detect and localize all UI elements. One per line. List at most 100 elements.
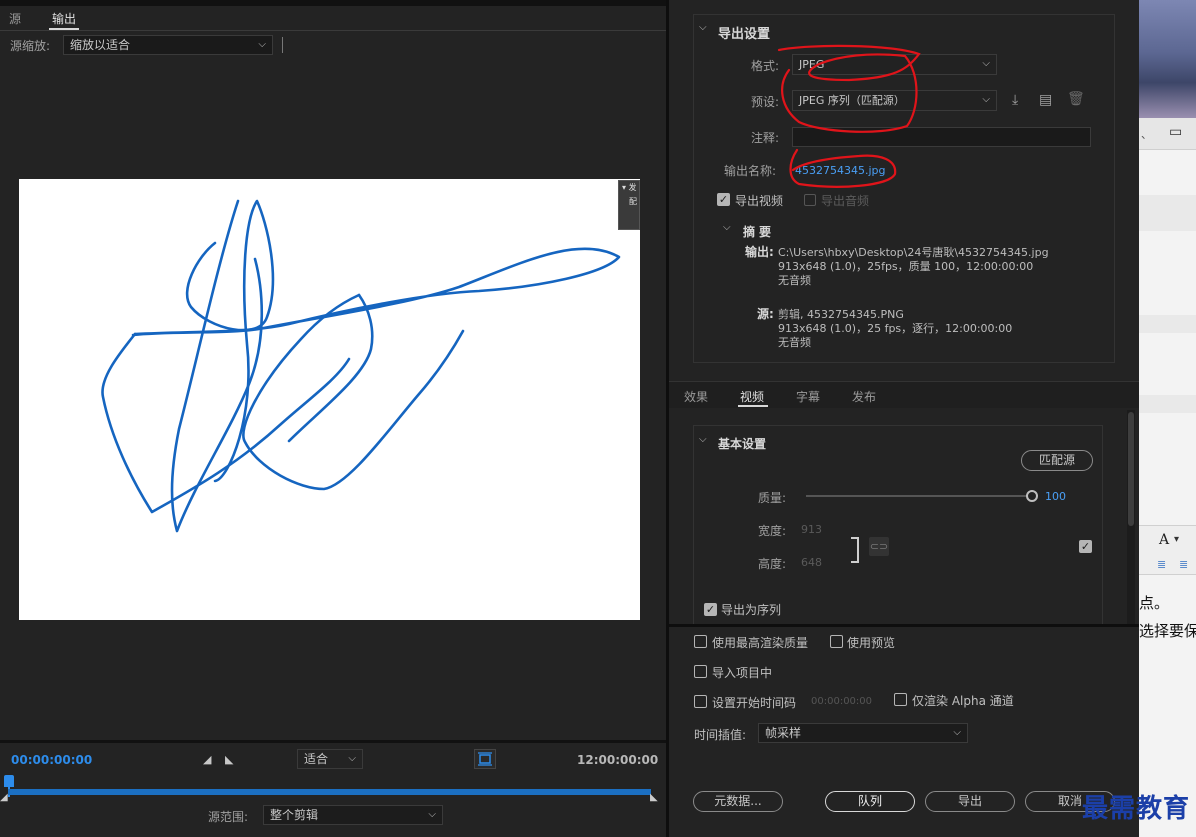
output-preview-panel: 源 输出 源缩放: 缩放以适合 ⌵ ▾ 发 配 00:00:00:00 ◢ ◣ [0, 0, 666, 837]
summary-source-label: 源: [757, 307, 774, 321]
timeline-bar: 00:00:00:00 ◢ ◣ 适合 ⌵ 12:00:00:00 ◢ ◣ 源范围… [0, 740, 666, 837]
link-bracket [851, 537, 859, 563]
start-timecode-value[interactable]: 00:00:00:00 [811, 696, 872, 707]
preview-canvas [19, 179, 640, 620]
toolbar-separator [282, 37, 283, 53]
time-interpolation-value: 帧采样 [765, 726, 802, 740]
tab-divider [0, 30, 666, 31]
watermark-logo: 最需教育 [1081, 794, 1190, 824]
width-value[interactable]: 913 [801, 523, 822, 536]
tab-publish[interactable]: 发布 [852, 388, 876, 405]
scrollbar-thumb[interactable] [1128, 412, 1134, 526]
tab-effects[interactable]: 效果 [684, 388, 708, 405]
window-icon[interactable]: ▭ [1169, 124, 1182, 140]
annotation-circle-output-name [789, 148, 897, 188]
export-button[interactable]: 导出 [925, 791, 1015, 812]
summary-output-label: 输出: [745, 245, 774, 259]
range-start-handle-icon[interactable]: ◢ [0, 792, 8, 803]
source-range-value: 整个剪辑 [270, 808, 319, 822]
dropdown-arrow-icon[interactable]: ▾ [1174, 534, 1179, 545]
annotation-circle-format [777, 44, 921, 133]
use-previews-label: 使用预览 [847, 636, 896, 650]
red-annotation-marks [777, 44, 921, 188]
quality-slider-handle[interactable] [1026, 490, 1038, 502]
stroke-right-loop [242, 293, 465, 491]
max-render-quality-checkbox[interactable] [694, 635, 707, 648]
source-zoom-value: 缩放以适合 [70, 38, 131, 52]
source-zoom-label: 源缩放: [10, 39, 51, 53]
render-alpha-checkbox[interactable] [894, 693, 907, 706]
render-alpha-label: 仅渲染 Alpha 通道 [912, 694, 1014, 708]
max-render-quality-label: 使用最高渲染质量 [712, 636, 809, 650]
import-into-project-label: 导入项目中 [712, 666, 773, 680]
timecode-current[interactable]: 00:00:00:00 [11, 753, 92, 767]
chain-link-icon[interactable]: ⊂⊃ [869, 537, 889, 556]
height-label: 高度: [758, 557, 787, 571]
align-center-icon[interactable]: ≣ [1179, 558, 1188, 571]
quality-slider-track[interactable] [806, 495, 1032, 497]
source-zoom-dropdown[interactable]: 缩放以适合 ⌵ [63, 35, 273, 55]
background-window-strip: 、 ▭ A ▾ ≣ ≣ 点。 选择要保 [1139, 0, 1196, 837]
metadata-button[interactable]: 元数据... [693, 791, 783, 812]
tab-video[interactable]: 视频 [740, 388, 764, 405]
basic-settings-header: 基本设置 [718, 437, 767, 451]
mark-in-icon[interactable]: ◢ [203, 753, 211, 766]
watermark-area: 最需教育 [1066, 782, 1196, 837]
wallpaper-image [1139, 0, 1196, 118]
resolution-override-checkbox[interactable]: ✓ [1079, 540, 1092, 553]
width-label: 宽度: [758, 524, 787, 538]
options-divider [669, 624, 1139, 627]
fit-value: 适合 [304, 752, 329, 766]
document-text-2: 选择要保 [1139, 622, 1196, 640]
match-source-button[interactable]: 匹配源 [1021, 450, 1093, 471]
basic-settings-chevron-icon[interactable]: ⌵ [699, 434, 707, 445]
mark-out-icon[interactable]: ◣ [225, 753, 233, 766]
align-left-icon[interactable]: ≣ [1157, 558, 1166, 571]
set-start-timecode-checkbox[interactable] [694, 695, 707, 708]
signature-drawing [101, 199, 621, 533]
chevron-down-icon: ⌵ [258, 39, 266, 50]
side-tab-text-2: 配 [629, 197, 637, 206]
summary-output-line-3: 无音频 [778, 274, 811, 287]
timeline-track[interactable] [8, 789, 651, 795]
aspect-ratio-button[interactable] [474, 749, 496, 769]
aspect-ratio-icon [478, 752, 492, 766]
ribbon-collapse-icon[interactable]: 、 [1141, 126, 1152, 142]
height-value[interactable]: 648 [801, 556, 822, 569]
summary-source-line-3: 无音频 [778, 336, 811, 349]
panel-top-border [0, 0, 666, 6]
summary-header: 摘要 [743, 225, 776, 239]
side-tab-text-1: ▾ 发 [622, 183, 637, 192]
ribbon-group-2 [1139, 315, 1196, 333]
summary-chevron-icon[interactable]: ⌵ [723, 222, 731, 233]
tab-source[interactable]: 源 [9, 10, 21, 27]
quality-value[interactable]: 100 [1045, 490, 1066, 503]
summary-source-line-2: 913x648 (1.0)，25 fps，逐行，12:00:00:00 [778, 322, 1013, 335]
time-interpolation-dropdown[interactable]: 帧采样 ⌵ [758, 723, 968, 743]
summary-output-line-2: 913x648 (1.0)，25fps，质量 100，12:00:00:00 [778, 260, 1034, 273]
fit-dropdown[interactable]: 适合 ⌵ [297, 749, 363, 769]
export-as-sequence-checkbox[interactable]: ✓ [704, 603, 717, 616]
queue-button[interactable]: 队列 [825, 791, 915, 812]
font-color-icon[interactable]: A [1159, 532, 1169, 548]
source-range-label: 源范围: [208, 810, 249, 824]
tab-output[interactable]: 输出 [52, 10, 76, 27]
ribbon-group [1139, 195, 1196, 231]
timecode-duration: 12:00:00:00 [577, 753, 659, 767]
tab-captions[interactable]: 字幕 [796, 388, 820, 405]
import-into-project-checkbox[interactable] [694, 665, 707, 678]
document-text-1: 点。 [1139, 594, 1170, 612]
use-previews-checkbox[interactable] [830, 635, 843, 648]
chevron-down-icon: ⌵ [428, 809, 436, 820]
ribbon-group-3 [1139, 395, 1196, 413]
chevron-down-icon: ⌵ [348, 753, 356, 764]
playhead-handle[interactable] [4, 775, 14, 787]
time-interpolation-label: 时间插值: [694, 728, 747, 742]
side-panel-tab[interactable]: ▾ 发 配 [618, 180, 640, 230]
stroke-left-loop [101, 332, 351, 514]
tab-video-underline [738, 405, 768, 407]
chevron-down-icon: ⌵ [953, 727, 961, 738]
range-end-handle-icon[interactable]: ◣ [650, 792, 658, 803]
source-range-dropdown[interactable]: 整个剪辑 ⌵ [263, 805, 443, 825]
quality-label: 质量: [758, 491, 787, 505]
